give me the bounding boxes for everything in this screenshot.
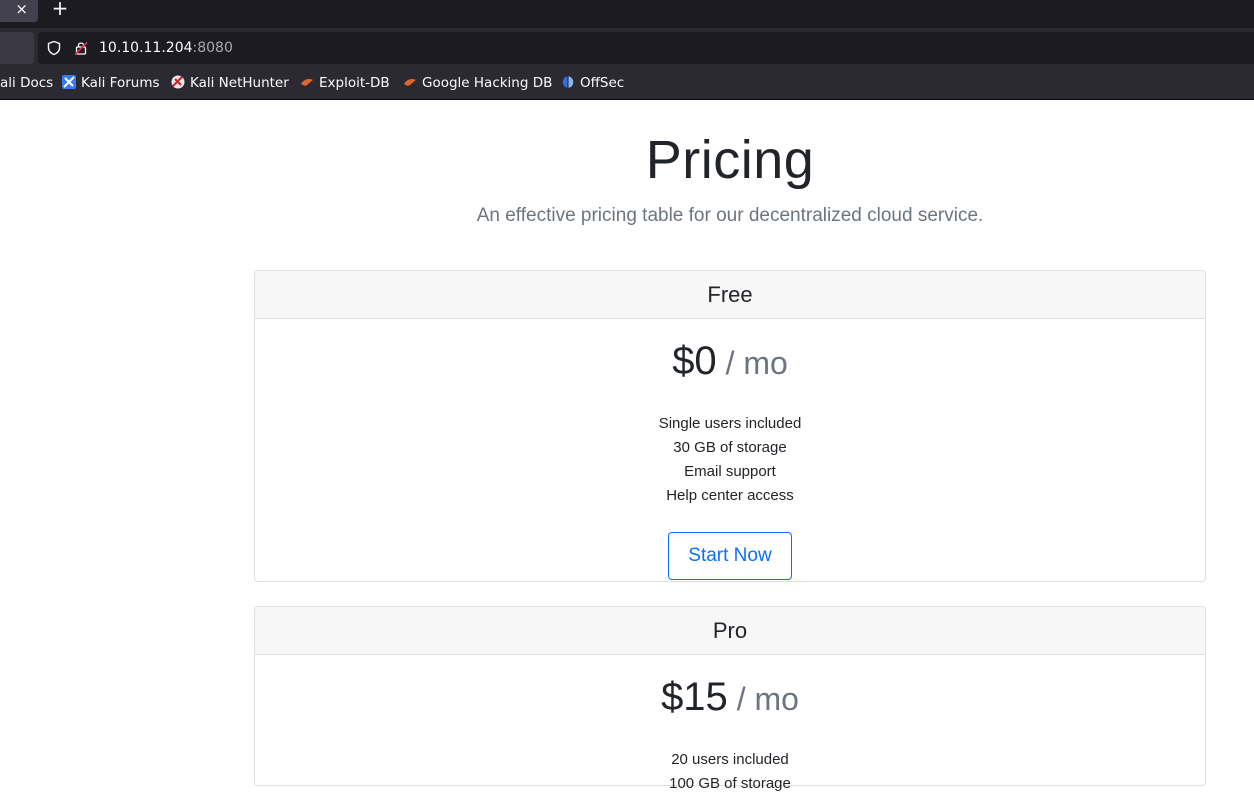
page-title: Pricing — [645, 130, 815, 190]
bookmark-offsec[interactable]: OffSec — [561, 68, 624, 99]
insecure-lock-icon[interactable] — [73, 40, 89, 56]
new-tab-button[interactable]: + — [50, 0, 70, 18]
url-text[interactable]: 10.10.11.204:8080 — [99, 39, 233, 57]
url-host: 10.10.11.204 — [99, 40, 193, 56]
plan-card-free: Free $0 / mo Single users included 30 GB… — [254, 270, 1206, 582]
bookmark-exploit-db[interactable]: Exploit-DB — [300, 68, 390, 99]
feature-item: Single users included — [658, 415, 802, 432]
feature-list: Single users included 30 GB of storage E… — [255, 412, 1205, 508]
start-now-button[interactable]: Start Now — [668, 532, 792, 580]
navigation-toolbar: 10.10.11.204:8080 — [0, 28, 1254, 68]
address-bar[interactable]: 10.10.11.204:8080 — [38, 32, 1254, 64]
feature-item: Help center access — [666, 487, 794, 504]
shield-icon[interactable] — [46, 40, 62, 56]
bookmark-label: Kali Forums — [81, 75, 160, 91]
feature-item: Email support — [684, 463, 776, 480]
bookmark-label: OffSec — [580, 75, 625, 91]
feature-list: 20 users included 100 GB of storage — [255, 748, 1205, 796]
kali-forums-icon — [62, 75, 76, 89]
exploit-db-icon — [301, 79, 313, 86]
toolbar-button[interactable] — [0, 32, 34, 64]
bookmark-label: Exploit-DB — [319, 75, 390, 91]
feature-item: 20 users included — [671, 751, 789, 768]
price-period: / mo — [727, 681, 799, 717]
page-subtitle: An effective pricing table for our decen… — [476, 205, 984, 226]
bookmark-kali-nethunter[interactable]: Kali NetHunter — [171, 68, 289, 99]
bookmark-kali-docs[interactable]: ali Docs — [0, 68, 53, 99]
url-port: :8080 — [192, 40, 233, 56]
kali-nethunter-icon — [171, 75, 185, 89]
plan-price: $15 / mo — [255, 675, 1205, 728]
price-amount: $15 — [661, 675, 728, 719]
bookmarks-toolbar: ali Docs Kali Forums Kali NetHunter Expl… — [0, 68, 1254, 100]
bookmark-label: Google Hacking DB — [422, 75, 553, 91]
plan-name: Pro — [255, 607, 1205, 655]
plan-price: $0 / mo — [255, 339, 1205, 392]
feature-item: 30 GB of storage — [673, 439, 787, 456]
bookmark-label: Kali NetHunter — [190, 75, 289, 91]
tab-strip: × + — [0, 0, 1254, 28]
price-period: / mo — [716, 345, 788, 381]
feature-item: 100 GB of storage — [669, 775, 791, 792]
ghdb-icon — [404, 79, 416, 86]
tab-close-button[interactable]: × — [0, 0, 38, 22]
bookmark-google-hacking-db[interactable]: Google Hacking DB — [403, 68, 552, 99]
offsec-icon — [562, 76, 574, 88]
bookmark-kali-forums[interactable]: Kali Forums — [62, 68, 160, 99]
price-amount: $0 — [672, 339, 717, 383]
plan-card-pro: Pro $15 / mo 20 users included 100 GB of… — [254, 606, 1206, 792]
bookmark-label: ali Docs — [0, 75, 54, 91]
plan-name: Free — [255, 271, 1205, 319]
